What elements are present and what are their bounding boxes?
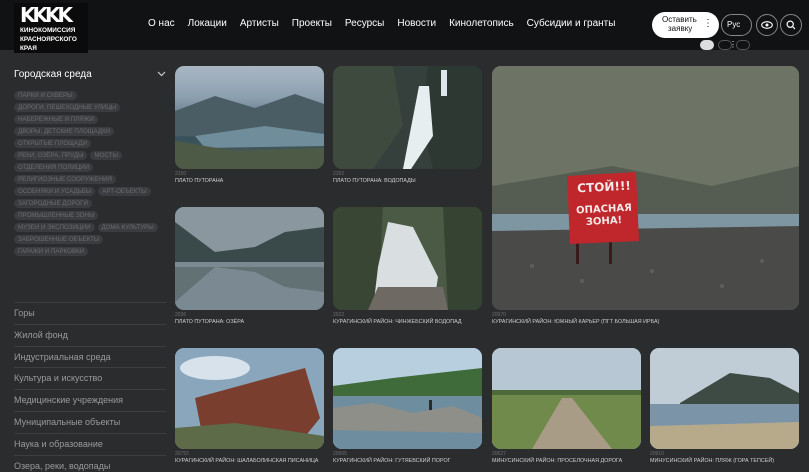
location-caption[interactable]: ПЛАТО ПУТОРАНА — [175, 178, 223, 184]
logo[interactable]: KKKK КИНОКОМИССИЯ КРАСНОЯРСКОГО КРАЯ — [14, 3, 88, 53]
main-nav: О нас Локации Артисты Проекты Ресурсы Но… — [148, 18, 628, 29]
location-id: 20752 — [175, 451, 189, 457]
nav-chronicle[interactable]: Кинолетопись — [449, 18, 514, 29]
logo-line-1: КИНОКОМИССИЯ — [20, 27, 76, 34]
tag[interactable]: ОСОБНЯКИ И УСАДЬБЫ — [14, 187, 96, 196]
location-id: 20970 — [492, 312, 506, 318]
accessibility-button[interactable] — [756, 14, 778, 36]
nav-about[interactable]: О нас — [148, 18, 175, 29]
location-card[interactable] — [492, 348, 641, 449]
location-caption[interactable]: КУРАГИНСКИЙ РАЙОН: ГУТЯЕВСКИЙ ПОРОГ — [333, 458, 451, 464]
category-item[interactable]: Жилой фонд — [14, 323, 166, 346]
tag[interactable]: ПРОМЫШЛЕННЫЕ ЗОНЫ — [14, 211, 99, 220]
photo-rapids — [333, 348, 482, 449]
tag-list: ПАРКИ И СКВЕРЫ ДОРОГИ, ПЕШЕХОДНЫЕ УЛИЦЫ … — [14, 91, 166, 256]
tag[interactable]: ГАРАЖИ И ПАРКОВКИ — [14, 247, 89, 256]
tag[interactable]: ДОМА КУЛЬТУРЫ — [97, 223, 158, 232]
search-button[interactable] — [780, 14, 802, 36]
category-list: Горы Жилой фонд Индустриальная среда Кул… — [14, 302, 166, 472]
location-card[interactable] — [175, 348, 324, 449]
search-icon — [786, 20, 796, 30]
nav-artists[interactable]: Артисты — [240, 18, 279, 29]
filter-sidebar: Городская среда ПАРКИ И СКВЕРЫ ДОРОГИ, П… — [14, 65, 166, 256]
location-id: 20910 — [650, 451, 664, 457]
location-caption[interactable]: МИНУСИНСКИЙ РАЙОН: ПЛЯЖ (ГОРА ТЕПСЕЙ) — [650, 458, 774, 464]
nav-resources[interactable]: Ресурсы — [345, 18, 384, 29]
tag[interactable]: ОТКРЫТЫЕ ПЛОЩАДИ — [14, 139, 91, 148]
tag[interactable]: ДОРОГИ, ПЕШЕХОДНЫЕ УЛИЦЫ — [14, 103, 121, 112]
nav-projects[interactable]: Проекты — [292, 18, 332, 29]
nav-news[interactable]: Новости — [397, 18, 436, 29]
header: KKKK КИНОКОМИССИЯ КРАСНОЯРСКОГО КРАЯ О н… — [0, 0, 809, 53]
tag[interactable]: ОТДЕЛЕНИЯ ПОЛИЦИИ — [14, 163, 94, 172]
section-header[interactable]: Городская среда — [14, 65, 166, 83]
logo-mark: KKKK — [20, 3, 73, 27]
category-item[interactable]: Наука и образование — [14, 432, 166, 455]
location-id: 20665 — [333, 451, 347, 457]
photo-waterfall — [333, 66, 482, 169]
location-id: 2150 — [175, 171, 187, 177]
view-toggle-1[interactable] — [700, 40, 714, 50]
tag[interactable]: МУЗЕИ И ЭКСПОЗИЦИИ — [14, 223, 95, 232]
location-card[interactable] — [333, 207, 482, 310]
more-dots-icon: ⋮ — [703, 18, 713, 29]
section-title: Городская среда — [14, 68, 92, 80]
location-caption[interactable]: ПЛАТО ПУТОРАНА: ОЗЁРА — [175, 319, 244, 325]
location-card[interactable] — [175, 66, 324, 169]
language-select[interactable]: Рус ⋮ — [721, 14, 752, 49]
location-caption[interactable]: КУРАГИНСКИЙ РАЙОН: ЮЖНЫЙ КАРЬЕР (ПГТ БОЛ… — [492, 319, 659, 325]
view-toggle-2[interactable] — [718, 40, 732, 50]
location-id: 2022 — [333, 312, 345, 318]
location-caption[interactable]: МИНУСИНСКИЙ РАЙОН: ПРОСЕЛОЧНАЯ ДОРОГА — [492, 458, 622, 464]
location-caption[interactable]: КУРАГИНСКИЙ РАЙОН: ШАЛАБОЛИНСКАЯ ПИСАНИЦ… — [175, 458, 318, 464]
chevron-down-icon — [157, 71, 166, 77]
location-caption[interactable]: КУРАГИНСКИЙ РАЙОН: ЧИНЖЕБСКИЙ ВОДОПАД — [333, 319, 462, 325]
tag[interactable]: ДВОРЫ, ДЕТСКИЕ ПЛОЩАДКИ — [14, 127, 115, 136]
tag[interactable]: ЗАГОРОДНЫЕ ДОРОГИ — [14, 199, 92, 208]
location-card[interactable]: СТОЙ!!! ОПАСНАЯ ЗОНА! — [492, 66, 799, 310]
location-id: 2036 — [175, 312, 187, 318]
logo-line-2: КРАСНОЯРСКОГО — [20, 36, 77, 43]
category-item[interactable]: Медицинские учреждения — [14, 389, 166, 411]
location-card[interactable] — [333, 348, 482, 449]
location-id: 20627 — [492, 451, 506, 457]
photo-rock — [175, 348, 324, 449]
sign-line-1: СТОЙ!!! — [576, 178, 632, 196]
photo-plateau — [175, 94, 324, 169]
leave-request-button[interactable]: Оставить заявку ⋮ — [652, 12, 719, 38]
tag[interactable]: МОСТЫ — [90, 151, 122, 160]
eye-icon — [761, 21, 773, 29]
location-caption[interactable]: ПЛАТО ПУТОРАНА: ВОДОПАДЫ — [333, 178, 416, 184]
location-card[interactable] — [175, 207, 324, 310]
page: KKKK КИНОКОМИССИЯ КРАСНОЯРСКОГО КРАЯ О н… — [0, 0, 809, 472]
photo-chinzheb — [333, 207, 482, 310]
tag[interactable]: НАБЕРЕЖНЫЕ И ПЛЯЖИ — [14, 115, 98, 124]
location-card[interactable] — [333, 66, 482, 169]
nav-locations[interactable]: Локации — [188, 18, 227, 29]
tag[interactable]: АРТ-ОБЪЕКТЫ — [98, 187, 151, 196]
category-item[interactable]: Культура и искусство — [14, 367, 166, 389]
view-switcher — [700, 40, 750, 50]
tag[interactable]: РЕКИ, ОЗЁРА, ПРУДЫ — [14, 151, 88, 160]
photo-lakes — [175, 207, 324, 310]
photo-road — [492, 348, 641, 449]
category-item[interactable]: Индустриальная среда — [14, 345, 166, 368]
location-card[interactable] — [650, 348, 799, 449]
photo-beach — [650, 348, 799, 449]
view-toggle-3[interactable] — [736, 40, 750, 50]
tag[interactable]: РЕЛИГИОЗНЫЕ СООРУЖЕНИЯ — [14, 175, 117, 184]
tag[interactable]: ПАРКИ И СКВЕРЫ — [14, 91, 77, 100]
nav-grants[interactable]: Субсидии и гранты — [527, 18, 616, 29]
language-label: Рус — [727, 20, 741, 29]
location-id: 2152 — [333, 171, 345, 177]
logo-line-3: КРАЯ — [20, 45, 37, 52]
tag[interactable]: ЗАБРОШЕННЫЕ ОБЪЕКТЫ — [14, 235, 104, 244]
category-item[interactable]: Озера, реки, водопады — [14, 454, 166, 472]
photo-quarry — [492, 66, 799, 310]
category-item[interactable]: Горы — [14, 302, 166, 324]
category-item[interactable]: Муниципальные объекты — [14, 410, 166, 433]
